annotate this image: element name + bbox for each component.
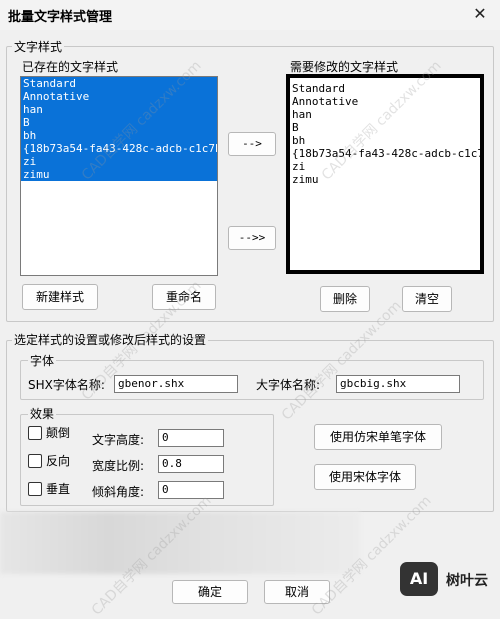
target-styles-label: 需要修改的文字样式 <box>290 60 399 74</box>
move-one-button[interactable]: --> <box>228 132 276 156</box>
ok-button[interactable]: 确定 <box>172 580 248 604</box>
upside-down-label: 颠倒 <box>46 426 71 440</box>
backwards-label: 反向 <box>46 454 71 468</box>
title-bar: 批量文字样式管理 ✕ <box>0 0 500 30</box>
shx-font-input[interactable]: gbenor.shx <box>114 375 238 393</box>
list-item[interactable]: B <box>21 116 217 129</box>
window-title: 批量文字样式管理 <box>8 10 113 25</box>
list-item[interactable]: zimu <box>290 173 480 186</box>
list-item[interactable]: bh <box>290 134 480 147</box>
ai-logo-icon: AI <box>400 562 438 596</box>
big-font-label: 大字体名称: <box>256 378 321 392</box>
oblique-angle-input[interactable]: 0 <box>158 481 224 499</box>
list-item[interactable]: bh <box>21 129 217 142</box>
shx-font-label: SHX字体名称: <box>28 378 105 392</box>
list-item[interactable]: B <box>290 121 480 134</box>
oblique-angle-label: 倾斜角度: <box>92 485 145 499</box>
text-height-input[interactable]: 0 <box>158 429 224 447</box>
songti-font-button[interactable]: 使用宋体字体 <box>314 464 416 490</box>
list-item[interactable]: zi <box>290 160 480 173</box>
list-item[interactable]: Annotative <box>290 95 480 108</box>
effects-group-label: 效果 <box>28 405 57 422</box>
list-item[interactable]: Standard <box>21 77 217 90</box>
styles-group-label: 文字样式 <box>12 38 65 55</box>
upside-down-checkbox[interactable] <box>28 426 42 440</box>
list-item[interactable]: Annotative <box>21 90 217 103</box>
list-item[interactable]: han <box>290 108 480 121</box>
list-item[interactable]: zi <box>21 155 217 168</box>
list-item[interactable]: {18b73a54-fa43-428c-adcb-c1c7b <box>290 147 480 160</box>
vertical-label: 垂直 <box>46 482 71 496</box>
delete-button[interactable]: 删除 <box>320 286 370 312</box>
settings-group-label: 选定样式的设置或修改后样式的设置 <box>12 331 209 348</box>
list-item[interactable]: {18b73a54-fa43-428c-adcb-c1c7b <box>21 142 217 155</box>
existing-styles-list[interactable]: Standard Annotative han Bbh {18b73a54-fa43-4… <box>20 76 218 276</box>
width-factor-label: 宽度比例: <box>92 459 145 473</box>
list-item[interactable]: han <box>21 103 217 116</box>
badge-text: 树叶云 <box>446 573 488 589</box>
text-height-label: 文字高度: <box>92 433 145 447</box>
move-all-button[interactable]: -->> <box>228 226 276 250</box>
rename-button[interactable]: 重命名 <box>152 284 216 310</box>
list-item[interactable]: Standard <box>290 82 480 95</box>
obscured-region <box>0 512 360 574</box>
list-item[interactable]: zimu <box>21 168 217 181</box>
target-styles-list[interactable]: Standard Annotative han Bbh {18b73a54-fa43-4… <box>286 74 484 274</box>
new-style-button[interactable]: 新建样式 <box>22 284 98 310</box>
width-factor-input[interactable]: 0.8 <box>158 455 224 473</box>
clear-button[interactable]: 清空 <box>402 286 452 312</box>
fangsong-font-button[interactable]: 使用仿宋单笔字体 <box>314 424 442 450</box>
vertical-checkbox[interactable] <box>28 482 42 496</box>
big-font-input[interactable]: gbcbig.shx <box>336 375 460 393</box>
font-group-label: 字体 <box>28 352 57 369</box>
backwards-checkbox[interactable] <box>28 454 42 468</box>
close-icon[interactable]: ✕ <box>466 2 494 26</box>
existing-styles-label: 已存在的文字样式 <box>22 60 119 74</box>
watermark-badge: AI 树叶云 <box>396 558 500 602</box>
cancel-button[interactable]: 取消 <box>264 580 330 604</box>
